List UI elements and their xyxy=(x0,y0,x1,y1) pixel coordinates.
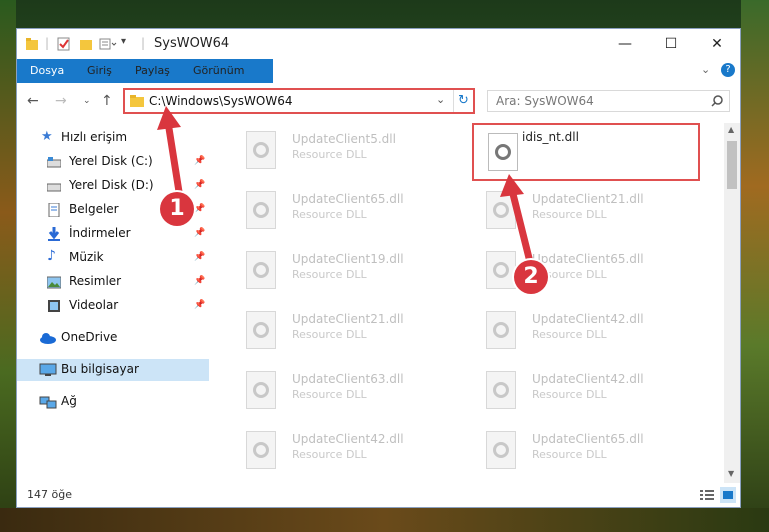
annotation-arrows xyxy=(157,106,534,266)
step-badge-2: 2 xyxy=(514,260,548,294)
step-badge-1: 1 xyxy=(160,192,194,226)
